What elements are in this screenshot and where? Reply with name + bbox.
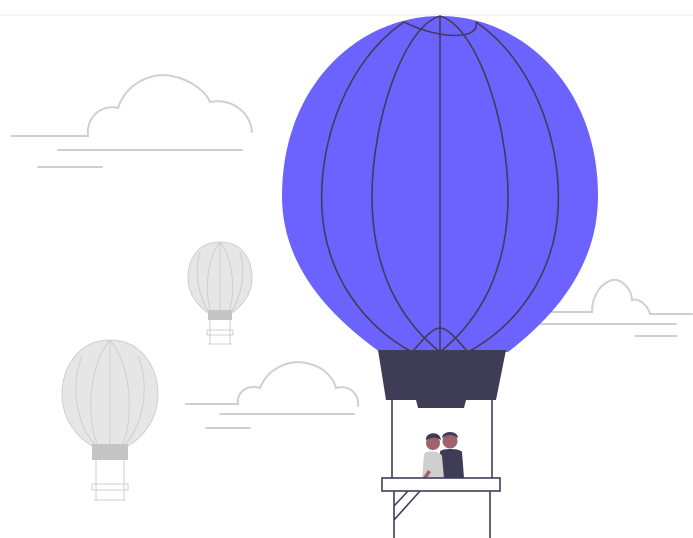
hot-air-balloon-icon (187, 241, 253, 345)
couple-icon (418, 432, 464, 485)
cloud-icon (11, 74, 253, 168)
cloud-icon (185, 361, 360, 429)
hot-air-balloon-illustration (0, 14, 693, 538)
balloon-skirt (378, 350, 506, 408)
hot-air-balloon-icon (282, 15, 598, 538)
illustration-scene (0, 0, 693, 538)
hot-air-balloon-icon (61, 339, 159, 501)
